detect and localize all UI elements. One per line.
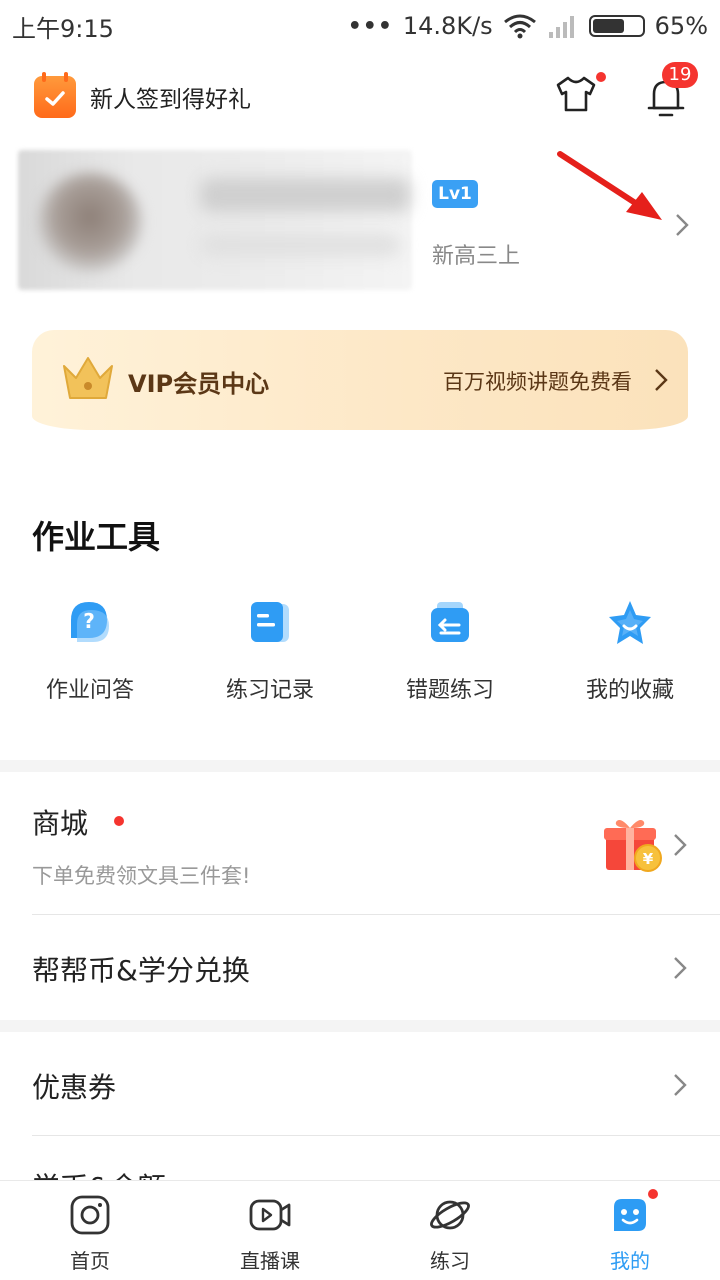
live-video-icon (249, 1199, 291, 1231)
section-divider (0, 760, 720, 772)
signal-icon (548, 16, 574, 38)
svg-text:?: ? (83, 609, 95, 633)
dress-up-button[interactable] (554, 72, 606, 120)
calendar-check-icon (34, 72, 76, 118)
nav-label: 直播课 (240, 1249, 300, 1273)
wrong-question-icon (431, 602, 469, 642)
star-favorite-icon (609, 601, 651, 644)
status-right: ••• 14.8K/s 65% (348, 12, 708, 40)
battery-icon (588, 15, 645, 37)
section-divider (0, 1020, 720, 1032)
vip-center-banner[interactable]: VIP会员中心 百万视频讲题免费看 (32, 330, 688, 430)
balance-row[interactable]: 学币&余额 (0, 1136, 720, 1180)
chevron-right-icon[interactable] (674, 212, 690, 238)
home-camera-icon (70, 1195, 110, 1235)
nav-item-home[interactable]: 首页 (0, 1181, 180, 1280)
mine-red-dot (648, 1189, 658, 1199)
coupon-title: 优惠券 (32, 1071, 117, 1104)
chevron-right-icon (674, 834, 687, 856)
mine-face-icon (614, 1199, 646, 1231)
tools-grid: ? 作业问答 练习记录 错题练习 我的收藏 (0, 598, 720, 708)
chevron-right-icon (655, 369, 668, 391)
tool-practice-record[interactable]: 练习记录 (180, 598, 360, 708)
tool-label: 作业问答 (45, 678, 134, 703)
top-header: 新人签到得好礼 19 (0, 60, 720, 140)
gift-coin-icon: ¥ (604, 820, 662, 872)
more-dots-icon: ••• (347, 13, 393, 39)
level-badge: Lv1 (432, 180, 478, 208)
vip-title: VIP会员中心 (128, 370, 270, 398)
status-bar: 上午9:15 ••• 14.8K/s 65% (0, 0, 720, 52)
wifi-icon (503, 14, 536, 39)
shop-red-dot (114, 816, 124, 826)
username-blurred (200, 178, 410, 212)
user-subinfo-blurred (200, 234, 400, 256)
coins-exchange-title: 帮帮币&学分兑换 (32, 954, 250, 987)
balance-title: 学币&余额 (32, 1166, 166, 1180)
nav-label: 首页 (70, 1249, 110, 1273)
crown-icon (63, 357, 113, 399)
svg-text:¥: ¥ (643, 850, 654, 868)
nav-label-active: 我的 (610, 1249, 650, 1273)
nav-label: 练习 (430, 1249, 470, 1273)
shirt-icon (556, 76, 596, 112)
tool-wrong-questions[interactable]: 错题练习 (360, 598, 540, 708)
checkin-entry[interactable]: 新人签到得好礼 (34, 72, 251, 118)
tool-label: 练习记录 (225, 678, 314, 703)
tool-homework-qa[interactable]: ? 作业问答 (0, 598, 180, 708)
planet-icon (430, 1200, 470, 1230)
status-time: 上午9:15 (12, 14, 114, 43)
shop-subtitle: 下单免费领文具三件套! (32, 864, 251, 888)
tool-label: 我的收藏 (585, 678, 674, 703)
tool-my-favorites[interactable]: 我的收藏 (540, 598, 720, 708)
chevron-right-icon (674, 957, 687, 979)
coupon-row[interactable]: 优惠券 (0, 1032, 720, 1136)
shirt-red-dot (596, 72, 606, 82)
nav-item-live[interactable]: 直播课 (180, 1181, 360, 1280)
red-arrow-annotation-icon (557, 151, 662, 220)
avatar[interactable] (38, 172, 142, 272)
bottom-nav: 首页 直播课 练习 我的 (0, 1180, 720, 1280)
battery-percent: 65% (654, 12, 708, 40)
tool-label: 错题练习 (405, 678, 494, 703)
grade-label: 新高三上 (432, 244, 521, 269)
question-bubble-icon: ? (71, 602, 109, 642)
nav-item-practice[interactable]: 练习 (360, 1181, 540, 1280)
tools-section-title: 作业工具 (32, 518, 161, 556)
nav-item-mine[interactable]: 我的 (540, 1181, 720, 1280)
notification-badge: 19 (662, 62, 698, 88)
checkin-label: 新人签到得好礼 (90, 87, 251, 113)
vip-description: 百万视频讲题免费看 (443, 370, 632, 394)
chevron-right-icon (674, 1074, 687, 1096)
shop-title: 商城 (32, 807, 89, 840)
coins-exchange-row[interactable]: 帮帮币&学分兑换 (0, 915, 720, 1019)
record-doc-icon (251, 602, 289, 642)
network-speed: 14.8K/s (402, 12, 493, 40)
